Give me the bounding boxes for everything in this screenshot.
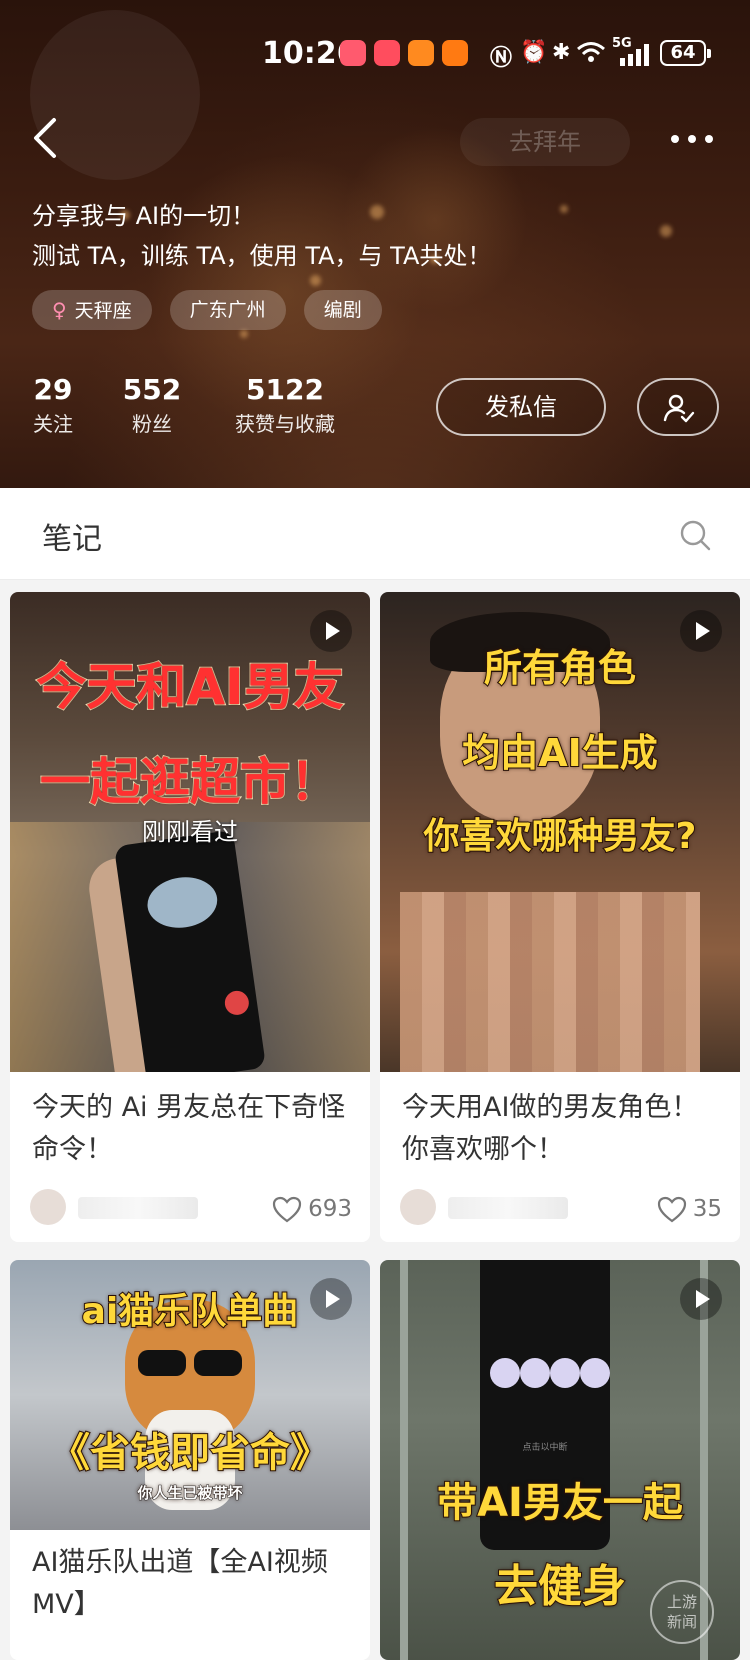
author-name-blurred[interactable] (78, 1197, 198, 1219)
sunglasses-right (194, 1350, 242, 1376)
watermark-line: 新闻 (666, 1613, 697, 1631)
send-message-button[interactable]: 发私信 (436, 378, 606, 436)
watermark-logo: 上游 新闻 (650, 1580, 714, 1644)
voice-dot (580, 1358, 610, 1388)
tab-notes[interactable]: 笔记 (42, 514, 102, 558)
cover-caption: 一起逛超市！ (39, 752, 341, 812)
tag-label: 编剧 (323, 299, 362, 321)
tag-profession[interactable]: 编剧 (303, 290, 382, 330)
sunglasses-left (138, 1350, 186, 1376)
video-cover[interactable]: ai猫乐队单曲 《省钱即省命》 你人生已被带坏 (10, 1260, 370, 1530)
voice-dot (550, 1358, 580, 1388)
voice-bubble (144, 872, 221, 933)
phone-screen-text: 点击以中断 (522, 1443, 568, 1453)
chevron-left-icon (34, 118, 56, 158)
battery-indicator: 64 (660, 40, 711, 66)
alarm-icon: ⏰ (520, 40, 548, 65)
avatar[interactable] (400, 1189, 436, 1225)
cover-caption: 所有角色 (483, 645, 637, 691)
author-row: 35 (400, 1189, 722, 1229)
stat-label: 获赞与收藏 (235, 412, 335, 436)
pixelated-area (400, 892, 700, 1072)
faded-pill: 去拜年 (460, 118, 630, 166)
status-bar: 10:26 Ⓝ ⏰ ✱ 5G 64 (0, 34, 750, 74)
profile-header: 去拜年 10:26 Ⓝ ⏰ ✱ 5G 64 分享我与 AI的一切！ 测试 TA，… (0, 0, 750, 488)
profile-bio: 分享我与 AI的一切！ 测试 TA，训练 TA，使用 TA，与 TA共处！ (32, 196, 491, 276)
app-notification-icon (442, 40, 468, 66)
app-notification-icon (374, 40, 400, 66)
app-notification-icon (408, 40, 434, 66)
user-check-icon (663, 394, 695, 423)
bokeh-light (560, 205, 568, 213)
stat-label: 粉丝 (132, 412, 172, 436)
note-card[interactable]: 今天和AI男友 一起逛超市！ 刚刚看过 今天的 Ai 男友总在下奇怪命令！ 69… (10, 592, 370, 1242)
like-button[interactable]: 35 (657, 1189, 722, 1229)
author-row: 693 (30, 1189, 352, 1229)
like-count: 693 (308, 1196, 352, 1222)
more-button[interactable] (670, 118, 720, 158)
note-card[interactable]: 点击以中断 带AI男友一起 去健身 上游 新闻 (380, 1260, 740, 1660)
like-count: 35 (692, 1196, 722, 1222)
cover-caption: 带AI男友一起 (436, 1479, 684, 1527)
nfc-icon: Ⓝ (490, 46, 513, 71)
stat-following[interactable]: 29 关注 (30, 372, 76, 440)
note-card[interactable]: ai猫乐队单曲 《省钱即省命》 你人生已被带坏 AI猫乐队出道【全AI视频MV】 (10, 1260, 370, 1660)
follow-status-button[interactable] (637, 378, 719, 436)
app-notification-icon (340, 40, 366, 66)
note-title: 今天用AI做的男友角色！你喜欢哪个！ (402, 1092, 699, 1165)
signal-icon (620, 44, 649, 66)
search-icon[interactable] (678, 518, 712, 552)
note-title: 今天的 Ai 男友总在下奇怪命令！ (32, 1092, 346, 1165)
bokeh-light (310, 275, 321, 286)
back-button[interactable] (30, 116, 70, 166)
female-icon: ♀ (52, 298, 67, 322)
bio-line: 测试 TA，训练 TA，使用 TA，与 TA共处！ (32, 242, 492, 270)
hangup-icon (223, 989, 251, 1017)
more-dots-icon (671, 135, 713, 143)
cover-caption: 均由AI生成 (461, 730, 659, 776)
note-card[interactable]: 所有角色 均由AI生成 你喜欢哪种男友? 今天用AI做的男友角色！你喜欢哪个！ … (380, 592, 740, 1242)
cover-caption: 今天和AI男友 (35, 657, 344, 717)
video-cover[interactable]: 点击以中断 带AI男友一起 去健身 上游 新闻 (380, 1260, 740, 1660)
heart-icon (272, 1196, 302, 1222)
tag-label: 广东广州 (189, 299, 266, 321)
stat-followers[interactable]: 552 粉丝 (120, 372, 184, 440)
bokeh-light (240, 330, 248, 338)
video-cover[interactable]: 今天和AI男友 一起逛超市！ 刚刚看过 (10, 592, 370, 1072)
play-icon (680, 1278, 722, 1320)
bluetooth-icon: ✱ (552, 40, 571, 65)
video-cover[interactable]: 所有角色 均由AI生成 你喜欢哪种男友? (380, 592, 740, 1072)
voice-dot (520, 1358, 550, 1388)
tag-location[interactable]: 广东广州 (169, 290, 286, 330)
watermark-line: 上游 (666, 1593, 697, 1611)
bokeh-light (660, 225, 672, 237)
bio-line: 分享我与 AI的一切！ (32, 202, 256, 230)
tag-zodiac[interactable]: ♀ 天秤座 (32, 290, 152, 330)
cover-caption: 你喜欢哪种男友? (423, 815, 698, 858)
stat-value: 5122 (246, 373, 324, 406)
tag-label: 天秤座 (74, 300, 132, 322)
stat-likes[interactable]: 5122 获赞与收藏 (226, 372, 344, 440)
author-name-blurred[interactable] (448, 1197, 568, 1219)
like-button[interactable]: 693 (272, 1189, 352, 1229)
avatar[interactable] (30, 1189, 66, 1225)
cover-caption: 《省钱即省命》 (49, 1429, 331, 1477)
play-icon (310, 610, 352, 652)
profile-tags: ♀ 天秤座 广东广州 编剧 (32, 290, 382, 330)
wifi-icon (577, 42, 605, 62)
voice-dot (490, 1358, 520, 1388)
stat-value: 552 (122, 373, 182, 406)
stat-label: 关注 (33, 412, 73, 436)
cover-subcaption: 你人生已被带坏 (137, 1484, 243, 1503)
recently-viewed-label: 刚刚看过 (142, 818, 238, 846)
cover-caption: ai猫乐队单曲 (81, 1290, 300, 1333)
note-title: AI猫乐队出道【全AI视频MV】 (32, 1547, 328, 1620)
stat-value: 29 (33, 373, 73, 406)
heart-icon (657, 1196, 686, 1222)
tab-bar: 笔记 (0, 488, 750, 580)
